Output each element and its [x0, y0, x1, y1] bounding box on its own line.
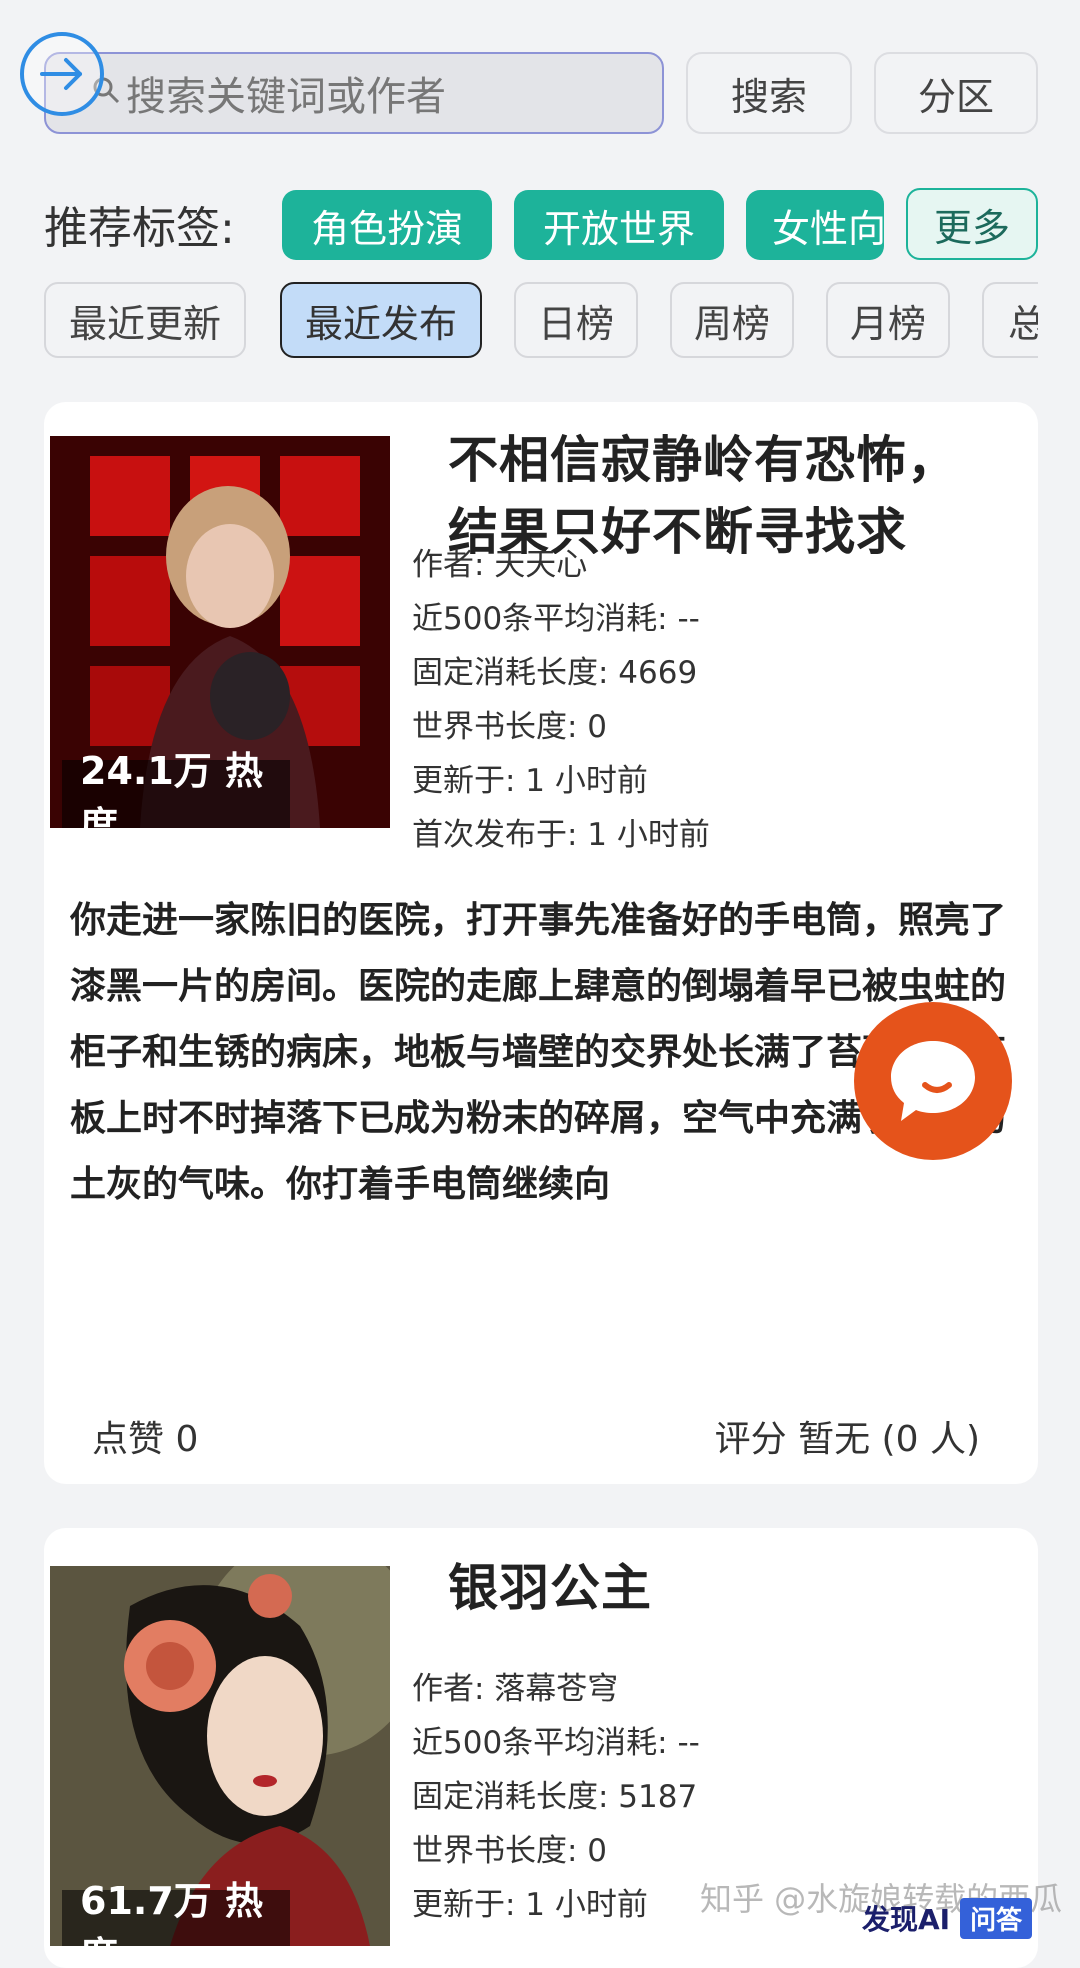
card-title[interactable]: 不相信寂静岭有恐怖， 结果只好不断寻找求: [448, 424, 958, 554]
author: 作者: 落幕苍穹: [412, 1671, 619, 1707]
tag-female-oriented[interactable]: 女性向: [746, 190, 884, 260]
tag-roleplay[interactable]: 角色扮演: [282, 190, 492, 260]
card-title[interactable]: 银羽公主: [448, 1552, 652, 1624]
tab-weekly[interactable]: 周榜: [670, 282, 794, 358]
avg-cost: 近500条平均消耗: --: [412, 601, 700, 637]
chat-button[interactable]: [854, 1002, 1012, 1160]
search-button[interactable]: 搜索: [686, 52, 852, 134]
cover-image[interactable]: 24.1万 热度: [50, 436, 390, 828]
heat-badge: 61.7万 热度: [62, 1879, 290, 1946]
author: 作者: 天天心: [412, 547, 588, 583]
tab-recent-publish[interactable]: 最近发布: [280, 282, 482, 358]
tag-open-world[interactable]: 开放世界: [514, 190, 724, 260]
card-meta: 作者: 落幕苍穹 近500条平均消耗: -- 固定消耗长度: 5187 世界书长…: [412, 1662, 700, 1932]
rating: 评分 暂无 (0 人): [714, 1419, 980, 1460]
tags-more-button[interactable]: 更多: [906, 188, 1038, 260]
tab-total[interactable]: 总: [982, 282, 1038, 358]
card-title-line1: 不相信寂静岭有恐怖，: [448, 431, 958, 489]
updated-time: 更新于: 1 小时前: [412, 1887, 648, 1923]
sort-tabs: 最近更新 最近发布 日榜 周榜 月榜 总: [0, 270, 1038, 370]
story-card[interactable]: 24.1万 热度 不相信寂静岭有恐怖， 结果只好不断寻找求 作者: 天天心 近5…: [44, 402, 1038, 1484]
brand-name: 发现AI: [862, 1903, 951, 1936]
avg-cost: 近500条平均消耗: --: [412, 1725, 700, 1761]
heat-badge: 24.1万 热度: [62, 749, 290, 828]
tab-daily[interactable]: 日榜: [514, 282, 638, 358]
worldbook-length: 世界书长度: 0: [412, 709, 608, 745]
brand-logo: 发现AI 问答: [862, 1897, 1033, 1939]
chat-bubble-icon: [891, 1041, 975, 1121]
first-publish-time: 首次发布于: 1 小时前: [412, 817, 710, 853]
fixed-cost: 固定消耗长度: 4669: [412, 655, 698, 691]
updated-time: 更新于: 1 小时前: [412, 763, 648, 799]
cover-image[interactable]: 61.7万 热度: [50, 1566, 390, 1946]
search-placeholder: 搜索关键词或作者: [126, 74, 446, 120]
search-input[interactable]: 搜索关键词或作者: [44, 52, 664, 134]
section-button[interactable]: 分区: [874, 52, 1038, 134]
tab-monthly[interactable]: 月榜: [826, 282, 950, 358]
likes-count[interactable]: 点赞 0: [92, 1410, 198, 1462]
worldbook-length: 世界书长度: 0: [412, 1833, 608, 1869]
arrow-right-icon[interactable]: [20, 32, 104, 116]
brand-qa: 问答: [960, 1897, 1033, 1939]
tags-title: 推荐标签:: [44, 203, 235, 254]
arrow-right-glyph: [40, 58, 82, 90]
fixed-cost: 固定消耗长度: 5187: [412, 1779, 698, 1815]
tab-recent-update[interactable]: 最近更新: [44, 282, 246, 358]
card-meta: 作者: 天天心 近500条平均消耗: -- 固定消耗长度: 4669 世界书长度…: [412, 538, 710, 862]
